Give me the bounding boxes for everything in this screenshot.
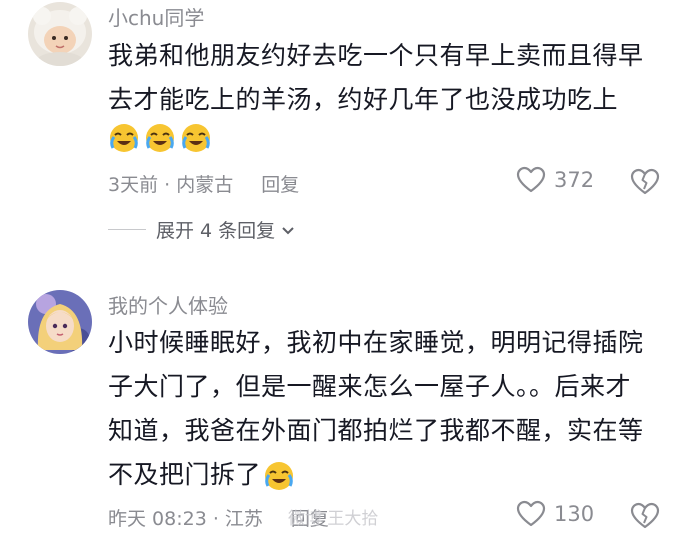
comment-meta: 3天前 · 内蒙古 回复 [108, 170, 299, 197]
heart-icon [516, 500, 546, 527]
avatar[interactable] [28, 290, 92, 354]
comment-text-line: 子大门了，但是一醒来怎么一屋子人。。后来才 [108, 372, 632, 401]
like-button[interactable]: 130 [516, 500, 594, 528]
crying-laughing-emoji-icon [144, 122, 176, 154]
comment-text-line: 小时候睡眠好，我初中在家睡觉，明明记得插院 [108, 328, 644, 357]
comment-text-line: 我弟和他朋友约好去吃一个只有早上卖而且得早 [108, 41, 644, 70]
broken-heart-icon [630, 168, 660, 195]
broken-heart-icon [630, 502, 660, 529]
username[interactable]: 小chu同学 [108, 2, 204, 31]
avatar[interactable] [28, 2, 92, 66]
dislike-button[interactable] [630, 502, 660, 534]
time-location: 昨天 08:23 · 江苏 [108, 508, 263, 530]
emoji-row [108, 122, 216, 158]
chevron-down-icon [281, 219, 295, 241]
dislike-button[interactable] [630, 168, 660, 200]
comment-text-line: 知道，我爸在外面门都拍烂了我都不醒，实在等 [108, 416, 644, 445]
crying-laughing-emoji-icon [180, 122, 212, 154]
time-location: 3天前 · 内蒙古 [108, 174, 234, 196]
comment-text-line: 去才能吃上的羊汤，约好几年了也没成功吃上 [108, 85, 619, 114]
comment-text: 我弟和他朋友约好去吃一个只有早上卖而且得早 去才能吃上的羊汤，约好几年了也没成功… [108, 34, 668, 122]
divider [108, 229, 146, 230]
comment-list: 小chu同学 我弟和他朋友约好去吃一个只有早上卖而且得早 去才能吃上的羊汤，约好… [0, 0, 690, 534]
like-count: 130 [554, 502, 595, 526]
heart-icon [516, 166, 546, 193]
username[interactable]: 我的个人体验 [108, 290, 228, 319]
like-button[interactable]: 372 [516, 166, 594, 194]
like-count: 372 [554, 168, 595, 192]
expand-replies-label: 展开 4 条回复 [156, 220, 276, 242]
crying-laughing-emoji-icon [108, 122, 140, 154]
comment-text-last: 不及把门拆了 [108, 460, 262, 489]
watermark: 微博 王大拾 [288, 509, 379, 529]
comment-text-line: 不及把门拆了 [108, 453, 668, 497]
reply-button[interactable]: 回复 [261, 174, 299, 196]
crying-laughing-emoji-icon [263, 460, 295, 492]
expand-replies-button[interactable]: 展开 4 条回复 [108, 216, 295, 243]
comment-text: 小时候睡眠好，我初中在家睡觉，明明记得插院 子大门了，但是一醒来怎么一屋子人。。… [108, 321, 668, 497]
